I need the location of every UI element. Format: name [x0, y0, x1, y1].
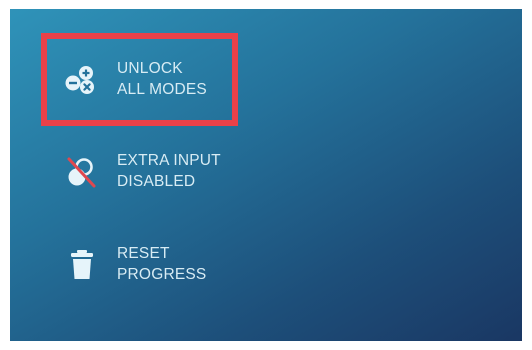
unlock-all-modes-button[interactable]: UNLOCK ALL MODES [10, 44, 310, 114]
trash-icon [62, 245, 102, 285]
reset-label-line1: RESET [117, 245, 170, 262]
unlock-modes-icon [62, 60, 102, 100]
extra-input-label: EXTRA INPUT DISABLED [117, 150, 221, 192]
unlock-label-line2: ALL MODES [117, 81, 207, 98]
settings-panel: UNLOCK ALL MODES EXTRA INPUT DISABLED RE [10, 9, 522, 341]
extra-input-toggle[interactable]: EXTRA INPUT DISABLED [10, 139, 310, 209]
extra-label-line2: DISABLED [117, 173, 196, 190]
reset-progress-label: RESET PROGRESS [117, 243, 206, 285]
unlock-label-line1: UNLOCK [117, 60, 183, 77]
unlock-all-modes-label: UNLOCK ALL MODES [117, 58, 207, 100]
reset-progress-button[interactable]: RESET PROGRESS [10, 227, 310, 297]
extra-input-disabled-icon [62, 153, 102, 193]
reset-label-line2: PROGRESS [117, 266, 207, 283]
extra-label-line1: EXTRA INPUT [117, 152, 221, 169]
